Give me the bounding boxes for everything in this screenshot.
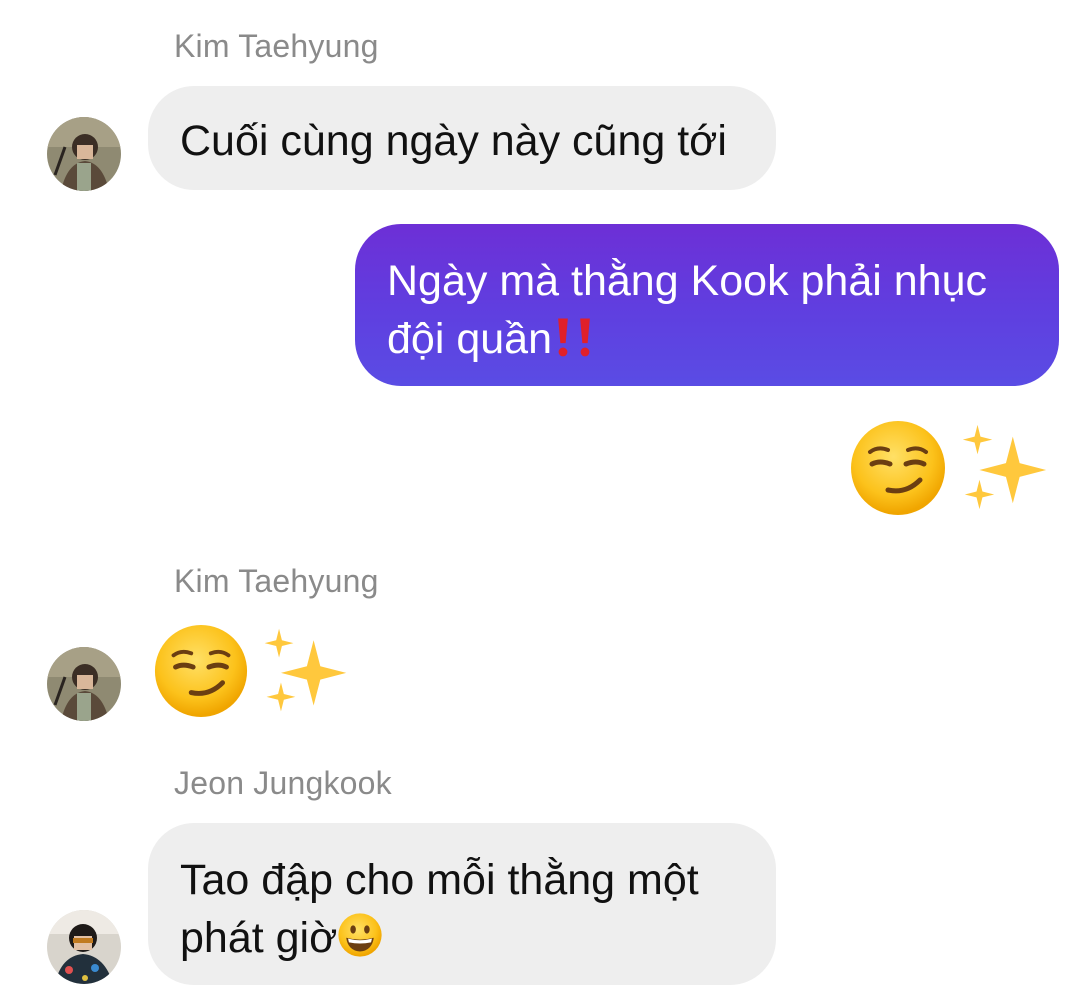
avatar[interactable] [47,647,121,721]
sparkles-icon [954,419,1052,522]
message-text-line-1: Ngày mà thằng Kook phải nhục [387,257,988,305]
avatar[interactable] [47,910,121,984]
smirking-face-icon [152,622,250,725]
grinning-face-icon [337,912,383,973]
sparkles-icon [256,623,352,724]
incoming-message-bubble[interactable]: Cuối cùng ngày này cũng tới [148,86,776,190]
message-text: Cuối cùng ngày này cũng tới [180,117,727,165]
incoming-message-bubble[interactable]: Tao đập cho mỗi thằng một phát giờ [148,823,776,985]
sender-name: Jeon Jungkook [174,765,392,801]
message-text-line-1: Tao đập cho mỗi thằng một [180,856,699,904]
double-exclamation-icon [552,315,596,374]
sender-name: Kim Taehyung [174,28,379,64]
smirking-face-icon [848,418,948,523]
sender-name: Kim Taehyung [174,563,379,599]
outgoing-message-bubble[interactable]: Ngày mà thằng Kook phải nhục đội quần [355,224,1059,386]
message-text-line-2: đội quần [387,315,552,363]
message-text-line-2: phát giờ [180,914,338,962]
incoming-emoji-message[interactable] [152,622,352,725]
avatar[interactable] [47,117,121,191]
outgoing-emoji-message[interactable] [848,418,1052,523]
